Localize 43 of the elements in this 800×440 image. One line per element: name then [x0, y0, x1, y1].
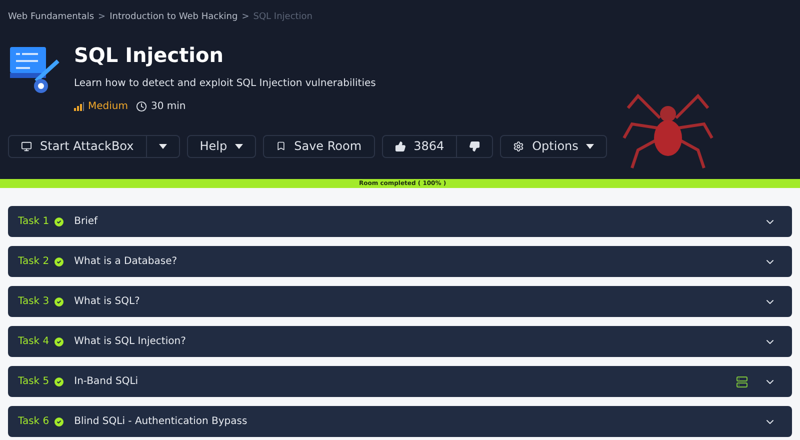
difficulty-label: Medium: [88, 100, 128, 114]
difficulty-icon: [74, 102, 84, 110]
room-description: Learn how to detect and exploit SQL Injection vulnerabilities: [74, 76, 376, 90]
caret-icon: [586, 144, 594, 148]
task-header[interactable]: Task 5 In-Band SQLi: [8, 366, 792, 397]
task-title: What is a Database?: [74, 255, 178, 269]
task-number: Task 6: [18, 415, 50, 429]
duration-label: 30 min: [151, 100, 186, 114]
dislike-button[interactable]: [457, 134, 494, 158]
breadcrumb-link[interactable]: Introduction to Web Hacking: [110, 11, 238, 24]
attackbox-dropdown-button[interactable]: [146, 134, 180, 158]
task-title: Brief: [74, 215, 99, 229]
task-number: Task 1: [18, 215, 50, 229]
task-title: In-Band SQLi: [74, 375, 140, 389]
task-title: What is SQL?: [74, 295, 141, 309]
task-header[interactable]: Task 1 Brief: [8, 206, 792, 237]
help-button[interactable]: Help: [186, 134, 256, 158]
task-number: Task 3: [18, 295, 50, 309]
breadcrumb-link[interactable]: Web Fundamentals: [8, 11, 94, 24]
task-title: What is SQL Injection?: [74, 335, 187, 349]
caret-icon: [235, 144, 244, 148]
task-number: Task 5: [18, 375, 50, 389]
task-header[interactable]: Task 3 What is SQL?: [8, 286, 792, 317]
clock-icon: [136, 100, 147, 112]
task-header[interactable]: Task 2 What is a Database?: [8, 246, 792, 277]
bookmark-icon: [276, 141, 286, 151]
breadcrumb-separator: >: [242, 11, 250, 24]
laptop-icon: [21, 140, 32, 152]
task-title: Blind SQLi - Authentication Bypass: [74, 415, 248, 429]
caret-icon: [158, 144, 167, 148]
thumbs-down-icon: [469, 140, 480, 152]
task-header[interactable]: Task 4 What is SQL Injection?: [8, 326, 792, 357]
thumbs-up-icon: [394, 140, 406, 152]
breadcrumb-separator: >: [98, 11, 106, 24]
options-button[interactable]: Options: [500, 134, 608, 158]
like-button[interactable]: 3864: [382, 134, 458, 158]
task-header[interactable]: Task 6 Blind SQLi - Authentication Bypass: [8, 406, 792, 437]
task-number: Task 4: [18, 335, 50, 349]
start-attackbox-button[interactable]: Start AttackBox: [8, 134, 147, 158]
settings-icon: [513, 140, 524, 152]
task-number: Task 2: [18, 255, 50, 269]
save-room-button[interactable]: Save Room: [263, 134, 375, 158]
room-title: SQL Injection: [74, 42, 224, 66]
